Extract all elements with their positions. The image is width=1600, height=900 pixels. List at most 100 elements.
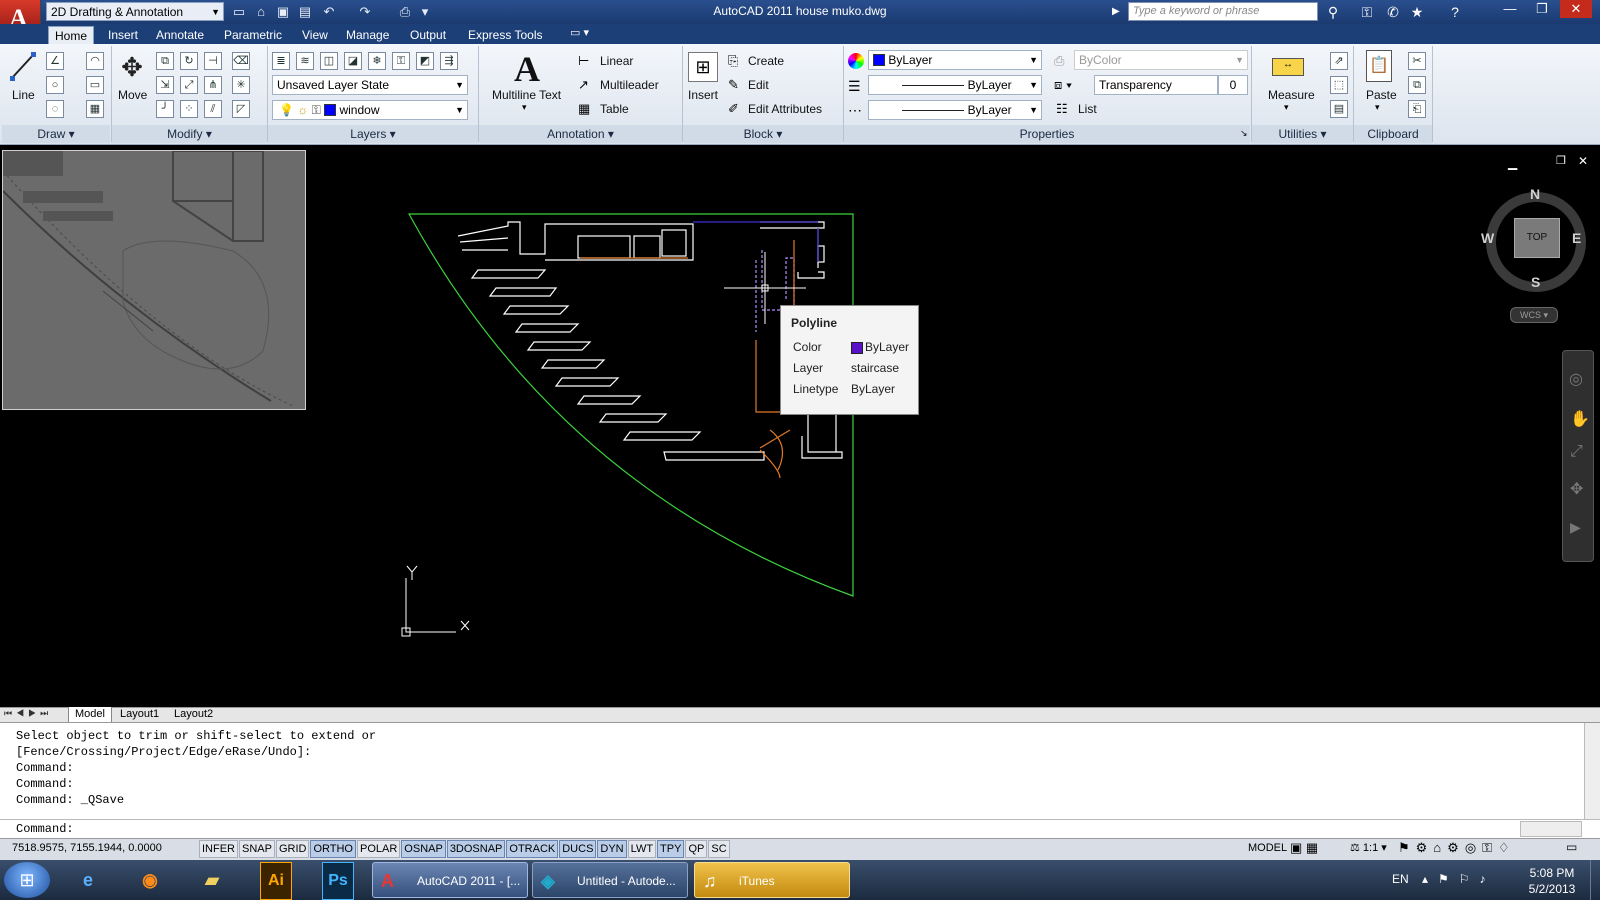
start-button[interactable]: ⊞ <box>4 862 50 898</box>
pan-hand-icon[interactable]: ✋ <box>1570 409 1590 429</box>
search-expand-icon[interactable]: ▶ <box>1112 3 1126 21</box>
layer-off-icon[interactable]: ◫ <box>320 52 338 70</box>
array-icon[interactable]: ⁘ <box>180 100 198 118</box>
offset-icon[interactable]: ⫽ <box>204 100 222 118</box>
select-all-icon[interactable]: ⬚ <box>1330 76 1348 94</box>
redo-icon[interactable]: ↷ <box>356 3 374 20</box>
panel-title-draw[interactable]: Draw ▾ <box>2 125 110 143</box>
favorites-star-icon[interactable]: ★ <box>1406 3 1428 21</box>
chevron-down-icon[interactable]: ▾ <box>1375 102 1380 113</box>
layer-properties-icon[interactable]: ≣ <box>272 52 290 70</box>
multileader-button[interactable]: Multileader <box>600 78 659 92</box>
layer-match-icon[interactable]: ≋ <box>296 52 314 70</box>
list-button[interactable]: List <box>1078 102 1097 116</box>
subscription-key-icon[interactable]: ⚿ <box>1356 3 1378 21</box>
ucs-menu-button[interactable]: WCS ▾ <box>1510 307 1558 323</box>
save-icon[interactable]: ▣ <box>274 3 292 20</box>
language-indicator[interactable]: EN <box>1392 872 1409 886</box>
status-toggle-ducs[interactable]: DUCS <box>559 840 597 858</box>
cut-icon[interactable]: ✂ <box>1408 52 1426 70</box>
ribbon-minimize-icon[interactable]: ▭ ▾ <box>570 26 589 39</box>
chevron-down-icon[interactable]: ▾ <box>522 102 527 113</box>
tab-view[interactable]: View <box>296 26 334 44</box>
rectangle-icon[interactable]: ▭ <box>86 76 104 94</box>
linear-dimension-button[interactable]: Linear <box>600 54 633 68</box>
transparency-icon[interactable]: ⧈ ▾ <box>1054 77 1072 93</box>
status-toggle-grid[interactable]: GRID <box>275 840 310 858</box>
photoshop-icon[interactable]: Ps <box>322 862 354 900</box>
scale-icon[interactable]: ⤢ <box>180 76 198 94</box>
explode-icon[interactable]: ✳ <box>232 76 250 94</box>
taskbar-itunes[interactable]: ♫ iTunes <box>694 862 850 898</box>
navigation-bar[interactable]: ◎ ✋ ⤢ ✥ ▶ <box>1562 350 1594 562</box>
current-layer-dropdown[interactable]: 💡 ☼ ⚿ window ▼ <box>272 100 468 120</box>
transparency-value-input[interactable]: 0 <box>1218 75 1248 95</box>
workspace-switcher[interactable]: 2D Drafting & Annotation ▼ <box>46 2 224 21</box>
open-folder-icon[interactable]: ⌂ <box>252 3 270 20</box>
status-toggle-snap[interactable]: SNAP <box>239 840 275 858</box>
mirror-icon[interactable]: ⋔ <box>204 76 222 94</box>
taskbar-autodesk-untitled[interactable]: ◈ Untitled - Autode... <box>532 862 688 898</box>
layer-state-dropdown[interactable]: Unsaved Layer State ▼ <box>272 75 468 95</box>
layout-nav-arrows-icon[interactable]: ⏮◀▶⏭ <box>4 708 52 719</box>
status-toggle-ortho[interactable]: ORTHO <box>310 840 356 858</box>
clock-time[interactable]: 5:08 PM <box>1522 866 1582 880</box>
layout-view-icons[interactable]: ▣ ▦ <box>1290 840 1318 856</box>
panel-title-utilities[interactable]: Utilities ▾ <box>1252 125 1353 143</box>
status-toggle-polar[interactable]: POLAR <box>357 840 401 858</box>
stretch-icon[interactable]: ⇲ <box>156 76 174 94</box>
tab-layout1[interactable]: Layout1 <box>114 707 165 722</box>
line-tool-icon[interactable] <box>10 50 36 86</box>
clean-screen-icon[interactable]: ▭ <box>1566 840 1577 854</box>
binoculars-icon[interactable]: ⚲ <box>1322 3 1344 21</box>
firefox-icon[interactable]: ◉ <box>128 862 172 898</box>
plot-style-dropdown[interactable]: ByColor ▼ <box>1074 50 1248 70</box>
layer-unisolate-icon[interactable]: ◩ <box>416 52 434 70</box>
showmotion-icon[interactable]: ▶ <box>1570 519 1581 536</box>
panel-title-block[interactable]: Block ▾ <box>683 125 843 143</box>
match-properties-icon[interactable] <box>848 53 864 69</box>
command-prompt-input[interactable]: Command: <box>16 822 74 836</box>
color-dropdown[interactable]: ByLayer ▼ <box>868 50 1042 70</box>
status-toggle-osnap[interactable]: OSNAP <box>401 840 446 858</box>
status-tray-icons[interactable]: ⚑⚙⌂⚙◎⚿♢ <box>1398 840 1516 856</box>
hatch-icon[interactable]: ▦ <box>86 100 104 118</box>
calculator-icon[interactable]: ▤ <box>1330 100 1348 118</box>
layer-lock-icon[interactable]: ⚿ <box>392 52 410 70</box>
quick-select-icon[interactable]: ⇗ <box>1330 52 1348 70</box>
zoom-extents-icon[interactable]: ⤢ <box>1570 443 1583 461</box>
panel-title-layers[interactable]: Layers ▾ <box>268 125 478 143</box>
steering-wheel-icon[interactable]: ◎ <box>1569 369 1583 389</box>
tab-express-tools[interactable]: Express Tools <box>462 26 548 44</box>
measure-icon[interactable]: ↔ <box>1272 58 1304 76</box>
tab-parametric[interactable]: Parametric <box>218 26 288 44</box>
restore-button[interactable]: ❐ <box>1526 0 1558 18</box>
compass-east-label[interactable]: E <box>1572 230 1581 246</box>
qat-dropdown-icon[interactable]: ▾ <box>416 3 434 20</box>
status-toggle-otrack[interactable]: OTRACK <box>506 840 559 858</box>
paste-special-icon[interactable]: ⎗ <box>1408 100 1426 118</box>
help-icon[interactable]: ? <box>1444 3 1466 21</box>
circle-icon[interactable]: ○ <box>46 76 64 94</box>
internet-explorer-icon[interactable]: e <box>66 862 110 898</box>
clock-date[interactable]: 5/2/2013 <box>1522 882 1582 896</box>
insert-block-icon[interactable]: ⊞ <box>688 52 718 82</box>
panel-title-properties[interactable]: Properties <box>844 125 1250 143</box>
panel-title-modify[interactable]: Modify ▾ <box>112 125 267 143</box>
layer-freeze-icon[interactable]: ❄ <box>368 52 386 70</box>
layer-walk-icon[interactable]: ⇶ <box>440 52 458 70</box>
erase-icon[interactable]: ⌫ <box>232 52 250 70</box>
tab-model[interactable]: Model <box>68 707 112 723</box>
illustrator-icon[interactable]: Ai <box>260 862 292 900</box>
command-scrollbar[interactable] <box>1584 723 1600 819</box>
tab-home[interactable]: Home <box>48 26 95 45</box>
trim-icon[interactable]: ⊣ <box>204 52 222 70</box>
new-file-icon[interactable]: ▭ <box>230 3 248 20</box>
viewport-close-icon[interactable]: ✕ <box>1578 154 1588 168</box>
save-as-icon[interactable]: ▤ <box>296 3 314 20</box>
model-space-button[interactable]: MODEL <box>1248 842 1287 854</box>
minimize-button[interactable]: — <box>1494 0 1526 18</box>
communication-center-icon[interactable]: ✆ <box>1382 3 1404 21</box>
ellipse-icon[interactable]: ◌ <box>46 100 64 118</box>
undo-icon[interactable]: ↶ <box>320 3 338 20</box>
